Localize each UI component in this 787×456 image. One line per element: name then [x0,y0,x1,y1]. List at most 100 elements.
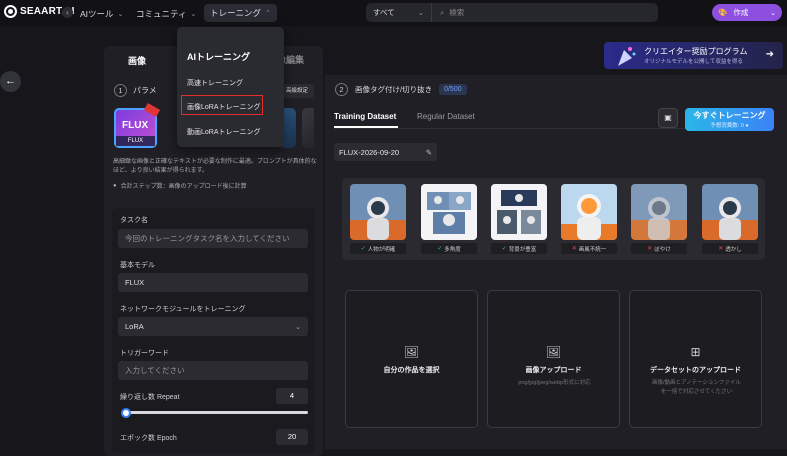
image-count-badge: 0/500 [439,84,467,95]
model-card[interactable] [302,108,314,148]
epoch-input[interactable]: 20 [276,429,308,445]
train-now-button[interactable]: 今すぐトレーニング 予想消費数: 0 ● [685,108,774,131]
steps-calc-text: 合計ステップ数：画像のアップロード後に計算 [120,184,247,190]
create-button[interactable]: 🎨 作成 ⌄ [712,4,782,21]
slider-knob[interactable] [121,407,131,418]
model-card-flux[interactable]: FLUX FLUX [114,103,161,148]
task-name-label: タスク名 [120,217,148,224]
task-name-placeholder: 今回のトレーニングタスク名を入力してください [125,234,290,243]
step2-label: 画像タグ付け/切り抜き [355,85,433,94]
palette-icon: 🎨 [718,8,728,17]
thumb-label-text: 多角度 [444,246,461,253]
dataset-upload-card[interactable]: ⊞ データセットのアップロード 画像/動画とアノテーションファイルを一括で対応さ… [629,290,762,428]
task-name-input[interactable]: 今回のトレーニングタスク名を入力してください [118,229,308,248]
example-thumb [631,184,687,240]
multi-angle-image [427,192,471,234]
search-input[interactable]: ⌕ 検索 [432,7,658,18]
card-title: 自分の作品を選択 [383,367,440,374]
repeat-label: 繰り返し数 Repeat [120,394,180,401]
search-placeholder: 検索 [449,8,465,17]
example-thumb [421,184,477,240]
image-upload-card[interactable]: 🖼 画像アップロード png/jpg/jpeg/webp形式に対応 [487,290,620,428]
check-icon: ✓ [360,246,366,252]
nav-community[interactable]: コミュニティ ⌄ [136,8,196,20]
coin-icon: ● [745,123,749,129]
chevron-up-icon: ⌃ [265,10,271,17]
nav-ai-tools[interactable]: AIツール ⌄ [80,8,123,20]
chevron-down-icon: ⌄ [295,323,301,331]
card-title: データセットのアップロード [650,367,741,374]
card-subtitle: png/jpg/jpeg/webp形式に対応 [518,380,591,386]
trigger-word-input[interactable]: 入力してください [118,361,308,380]
cross-icon: ✕ [718,246,724,252]
thumb-label: ✕ 画風不統一 [561,243,617,254]
thumb-label-text: ぼやけ [654,246,671,253]
dataset-name-field[interactable]: FLUX-2026-09-20 ✎ [334,143,437,161]
nav-label: AIツール [80,9,114,19]
promo-subtitle: オリジナルモデルを公開して収益を得る [644,59,743,65]
create-label: 作成 [733,8,749,17]
thumb-label: ✕ 透かし [702,243,758,254]
steps-calc: ● 合計ステップ数：画像のアップロード後に計算 [113,181,247,191]
model-description: 高細緻な画像と正確なテキストが必要な制作に最適。プロンプトが具体的なほど、より良… [113,159,317,174]
check-icon: ✓ [437,246,443,252]
image-icon: 🖼 [403,345,420,359]
trigger-word-label: トリガーワード [120,350,169,357]
step-number: 2 [335,83,348,96]
highlight-box [181,95,263,115]
step-number: 1 [114,84,127,97]
chevron-down-icon: ⌄ [770,9,776,17]
search-filter-value: すべて [373,8,395,17]
model-card-sub: FLUX [116,136,155,146]
model-card-title: FLUX [122,120,149,131]
thumb-label-text: 人物が明確 [367,246,396,253]
advanced-settings-button[interactable]: 高級設定 [280,84,314,98]
repeat-input[interactable]: 4 [276,388,308,404]
network-module-value: LoRA [125,322,144,331]
party-popper-icon [618,47,636,66]
cross-icon: ✕ [571,246,577,252]
search-filter-select[interactable]: すべて ⌄ [366,3,432,22]
thumb-label-text: 画風不統一 [578,246,607,253]
edit-icon[interactable]: ✎ [426,148,432,157]
select-own-work-card[interactable]: 🖼 自分の作品を選択 [345,290,478,428]
thumb-label-text: 背景が豊富 [508,246,537,253]
info-icon: ● [113,182,117,189]
menu-item-fast-training[interactable]: 高速トレーニング [187,78,243,88]
thumb-label-text: 透かし [725,246,742,253]
thumb-label: ✓ 背景が豊富 [491,243,547,254]
plus-square-icon: ⊞ [690,345,701,359]
chevron-down-icon: ⌄ [190,11,197,18]
creator-promo-banner[interactable]: クリエイター奨励プログラム オリジナルモデルを公開して収益を得る ➜ [604,42,783,69]
nav-training[interactable]: トレーニング ⌃ [204,4,277,22]
top-bar: SEAART.AI ‹ AIツール ⌄ コミュニティ ⌄ トレーニング ⌃ すべて ⌄ … [0,0,787,26]
repeat-slider[interactable] [121,407,308,418]
save-button[interactable]: ▣ [658,108,678,128]
network-module-label: ネットワークモジュールをトレーニング [120,306,246,313]
inconsistent-style-image [561,184,617,240]
tab-image[interactable]: 画像 [128,54,146,67]
tab-training-dataset[interactable]: Training Dataset [334,112,396,121]
train-cost-text: 予想消費数: 0 [710,123,744,129]
blurry-image [631,184,687,240]
base-model-field[interactable]: FLUX [118,273,308,292]
network-module-select[interactable]: LoRA ⌄ [118,317,308,336]
base-model-label: 基本モデル [120,262,155,269]
tab-regular-dataset[interactable]: Regular Dataset [417,112,475,121]
arrow-left-icon[interactable]: ← [0,71,21,92]
train-cost: 予想消費数: 0 ● [685,121,774,129]
train-now-label: 今すぐトレーニング [693,111,766,120]
dataset-name-value: FLUX-2026-09-20 [339,147,400,157]
chevron-down-icon: ⌄ [117,11,124,18]
nav-label: トレーニング [210,8,262,18]
back-icon[interactable]: ‹ [62,7,73,18]
example-thumb [561,184,617,240]
menu-item-video-lora[interactable]: 動画LoRAトレーニング [187,127,261,137]
check-icon: ✓ [501,246,507,252]
thumb-label: ✓ 人物が明確 [350,243,406,254]
example-thumb [702,184,758,240]
epoch-label: エポック数 Epoch [120,435,177,442]
step1-header: 1 パラメ [114,84,157,97]
thumb-label: ✓ 多角度 [421,243,477,254]
search-bar: すべて ⌄ ⌕ 検索 [366,3,658,22]
